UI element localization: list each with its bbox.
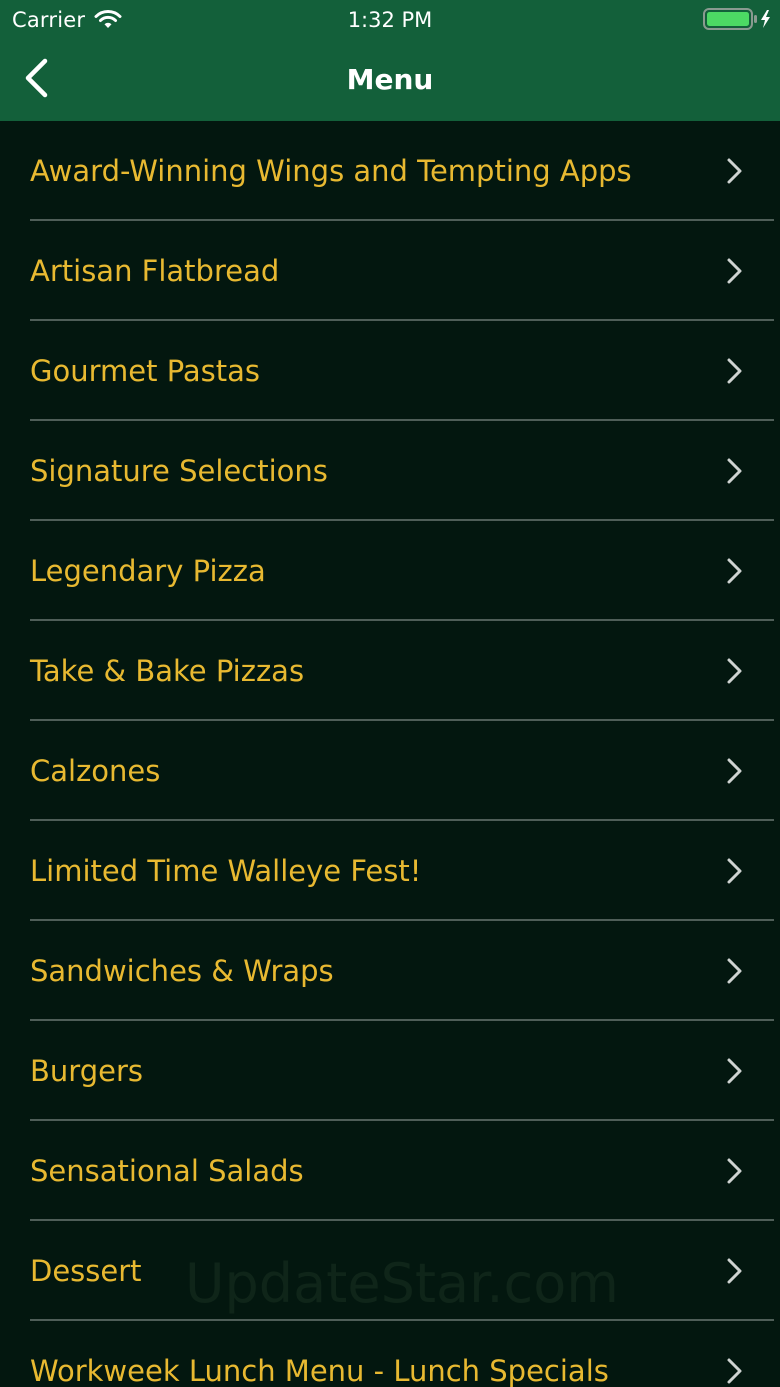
- menu-item-label: Calzones: [30, 754, 161, 788]
- chevron-left-icon: [25, 58, 48, 98]
- menu-item-label: Gourmet Pastas: [30, 354, 261, 388]
- menu-item-sandwiches-and-wraps[interactable]: Sandwiches & Wraps: [0, 921, 780, 1021]
- chevron-right-icon: [727, 158, 742, 184]
- menu-item-label: Workweek Lunch Menu - Lunch Specials: [30, 1354, 609, 1387]
- chevron-right-icon: [727, 558, 742, 584]
- menu-item-label: Burgers: [30, 1054, 143, 1088]
- back-button[interactable]: [14, 56, 60, 104]
- chevron-right-icon: [727, 858, 742, 884]
- menu-item-dessert[interactable]: Dessert: [0, 1221, 780, 1321]
- chevron-right-icon: [727, 1258, 742, 1284]
- menu-item-label: Artisan Flatbread: [30, 254, 280, 288]
- chevron-right-icon: [727, 1358, 742, 1384]
- menu-item-calzones[interactable]: Calzones: [0, 721, 780, 821]
- menu-item-award-winning-wings[interactable]: Award-Winning Wings and Tempting Apps: [0, 121, 780, 221]
- chevron-right-icon: [727, 1058, 742, 1084]
- chevron-right-icon: [727, 758, 742, 784]
- menu-item-legendary-pizza[interactable]: Legendary Pizza: [0, 521, 780, 621]
- menu-item-label: Legendary Pizza: [30, 554, 266, 588]
- menu-item-label: Signature Selections: [30, 454, 328, 488]
- menu-item-label: Sandwiches & Wraps: [30, 954, 334, 988]
- menu-item-label: Sensational Salads: [30, 1154, 304, 1188]
- chevron-right-icon: [727, 458, 742, 484]
- menu-item-label: Take & Bake Pizzas: [30, 654, 305, 688]
- navigation-bar: Menu: [0, 40, 780, 121]
- chevron-right-icon: [727, 658, 742, 684]
- menu-item-take-and-bake-pizzas[interactable]: Take & Bake Pizzas: [0, 621, 780, 721]
- menu-item-burgers[interactable]: Burgers: [0, 1021, 780, 1121]
- menu-item-workweek-lunch-menu[interactable]: Workweek Lunch Menu - Lunch Specials: [0, 1321, 780, 1387]
- page-title: Menu: [346, 63, 434, 96]
- menu-item-walleye-fest[interactable]: Limited Time Walleye Fest!: [0, 821, 780, 921]
- chevron-right-icon: [727, 358, 742, 384]
- menu-item-label: Limited Time Walleye Fest!: [30, 854, 422, 888]
- status-bar: Carrier 1:32 PM: [0, 0, 780, 40]
- menu-item-label: Award-Winning Wings and Tempting Apps: [30, 154, 632, 188]
- menu-item-artisan-flatbread[interactable]: Artisan Flatbread: [0, 221, 780, 321]
- menu-item-gourmet-pastas[interactable]: Gourmet Pastas: [0, 321, 780, 421]
- chevron-right-icon: [727, 958, 742, 984]
- header: Carrier 1:32 PM Menu: [0, 0, 780, 121]
- battery-charging-icon: [703, 8, 770, 30]
- menu-item-sensational-salads[interactable]: Sensational Salads: [0, 1121, 780, 1221]
- chevron-right-icon: [727, 1158, 742, 1184]
- menu-item-label: Dessert: [30, 1254, 142, 1288]
- menu-item-signature-selections[interactable]: Signature Selections: [0, 421, 780, 521]
- chevron-right-icon: [727, 258, 742, 284]
- status-time: 1:32 PM: [347, 8, 433, 32]
- menu-list: Award-Winning Wings and Tempting Apps Ar…: [0, 121, 780, 1387]
